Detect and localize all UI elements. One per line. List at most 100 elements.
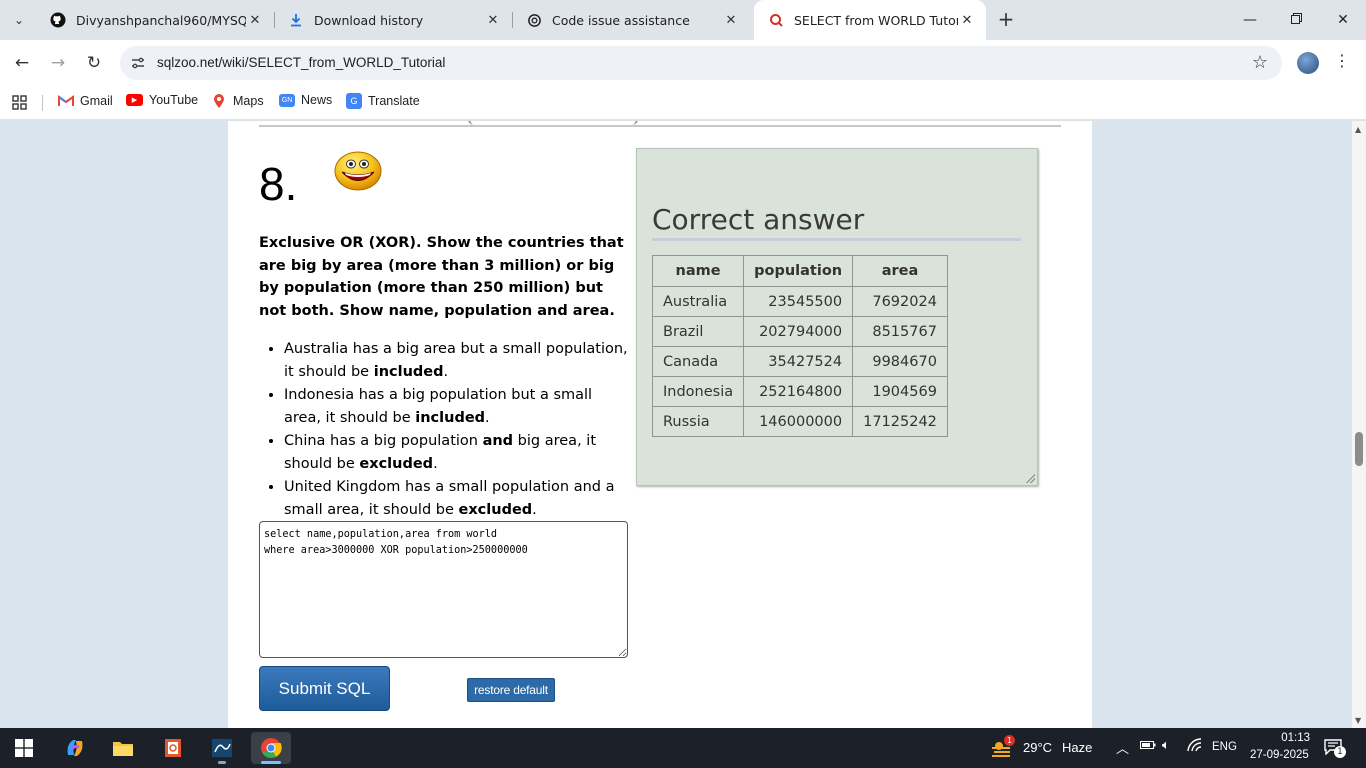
table-cell: Australia — [651, 286, 745, 317]
list-item: Indonesia has a big population but a sma… — [284, 384, 629, 430]
windows-taskbar: 1 29°C Haze ︿ 🔈︎ ENG 01:13 27-09-2025 1 — [0, 728, 1366, 768]
clock-date[interactable]: 27-09-2025 — [1250, 749, 1309, 761]
resize-handle[interactable] — [1026, 474, 1035, 483]
table-cell: 35427524 — [743, 346, 854, 377]
translate-icon: G — [346, 93, 362, 109]
bookmark-label: YouTube — [149, 93, 199, 107]
restore-button[interactable] — [1273, 0, 1319, 40]
list-item: Australia has a big area but a small pop… — [284, 338, 629, 384]
language-indicator[interactable]: ENG — [1212, 741, 1237, 753]
github-icon — [50, 12, 66, 28]
mysql-workbench-button[interactable] — [202, 732, 242, 764]
bookmark-gmail[interactable]: Gmail — [58, 93, 113, 109]
table-cell: 8515767 — [852, 316, 948, 347]
table-cell: 252164800 — [743, 376, 854, 407]
app-button-orange[interactable] — [153, 732, 193, 764]
forward-button[interactable]: → — [44, 49, 72, 77]
youtube-icon: ▶ — [126, 94, 143, 106]
bookmark-news[interactable]: GN News — [279, 93, 332, 107]
wifi-icon[interactable] — [1187, 738, 1203, 756]
scroll-down-icon[interactable]: ▼ — [1355, 716, 1361, 725]
reload-button[interactable]: ↻ — [80, 49, 108, 77]
notification-button[interactable]: 1 — [1324, 739, 1346, 759]
bookmarks-divider — [42, 95, 43, 111]
tab-code-issue[interactable]: Code issue assistance ✕ — [512, 0, 750, 40]
restore-default-button[interactable]: restore default — [467, 678, 555, 702]
submit-sql-button[interactable]: Submit SQL — [259, 666, 390, 711]
scrollbar-thumb[interactable] — [1355, 432, 1363, 466]
tab-sqlzoo[interactable]: SELECT from WORLD Tutorial - SQLZoo ✕ — [754, 0, 986, 40]
answer-panel: Correct answer name population area Aust… — [636, 148, 1038, 486]
question-text: Exclusive OR (XOR). Show the countries t… — [259, 235, 624, 320]
restore-icon — [1290, 12, 1302, 28]
archive-app-icon — [165, 739, 181, 757]
profile-avatar[interactable] — [1297, 52, 1319, 74]
reload-icon: ↻ — [86, 53, 102, 73]
close-icon[interactable]: ✕ — [484, 11, 502, 29]
sqlzoo-icon — [768, 12, 784, 28]
list-item: China has a big population and big area,… — [284, 430, 629, 476]
windows-icon — [15, 739, 33, 757]
close-window-button[interactable]: ✕ — [1320, 0, 1366, 40]
file-explorer-button[interactable] — [103, 732, 143, 764]
copilot-icon — [67, 740, 83, 756]
close-icon[interactable]: ✕ — [722, 11, 740, 29]
minimize-button[interactable]: — — [1227, 0, 1273, 40]
close-icon[interactable]: ✕ — [246, 11, 264, 29]
bookmark-maps[interactable]: Maps — [211, 93, 264, 109]
column-header: area — [852, 255, 948, 287]
tab-title: Download history — [314, 12, 424, 28]
weather-condition[interactable]: Haze — [1062, 740, 1092, 755]
folder-icon — [113, 742, 133, 756]
table-cell: 7692024 — [852, 286, 948, 317]
arrow-right-icon: → — [50, 53, 66, 73]
weather-temp[interactable]: 29°C — [1023, 740, 1052, 755]
bookmark-label: Gmail — [80, 94, 113, 108]
volume-icon[interactable]: 🔈︎ — [1162, 738, 1170, 753]
tab-search-button[interactable]: ⌄ — [6, 8, 32, 32]
back-button[interactable]: ← — [8, 49, 36, 77]
hint-list: Australia has a big area but a small pop… — [284, 338, 629, 522]
minimize-icon: — — [1243, 12, 1257, 28]
table-cell: Indonesia — [651, 376, 745, 407]
bookmarks-bar: Gmail ▶ YouTube Maps GN News G Translate — [0, 86, 1366, 120]
apps-grid-icon[interactable] — [12, 95, 27, 110]
notification-count: 1 — [1334, 746, 1346, 758]
table-cell: 23545500 — [743, 286, 854, 317]
tab-title: SELECT from WORLD Tutorial - SQLZoo — [794, 12, 958, 28]
maps-icon — [211, 93, 227, 109]
bookmark-label: Maps — [233, 94, 264, 108]
tab-download-history[interactable]: Download history ✕ — [274, 0, 512, 40]
table-cell: 146000000 — [743, 406, 854, 437]
table-row: Brazil 202794000 8515767 — [651, 316, 948, 347]
start-button[interactable] — [4, 732, 44, 764]
scroll-up-icon[interactable]: ▲ — [1355, 125, 1361, 134]
bookmark-youtube[interactable]: ▶ YouTube — [126, 93, 198, 107]
new-tab-button[interactable]: + — [994, 8, 1018, 32]
battery-icon[interactable] — [1140, 739, 1156, 755]
table-cell: 17125242 — [852, 406, 948, 437]
tab-strip: ⌄ Divyanshpanchal960/MYSQL: SQL ✕ Downlo… — [0, 0, 1366, 40]
weather-badge: 1 — [1004, 735, 1015, 746]
copilot-button[interactable] — [55, 732, 95, 764]
url-text: sqlzoo.net/wiki/SELECT_from_WORLD_Tutori… — [157, 55, 446, 70]
clock-time[interactable]: 01:13 — [1262, 732, 1310, 744]
bookmark-label: Translate — [368, 94, 420, 108]
address-bar[interactable]: sqlzoo.net/wiki/SELECT_from_WORLD_Tutori… — [120, 46, 1282, 80]
mysql-workbench-icon — [212, 739, 232, 757]
active-indicator — [261, 761, 281, 764]
sql-editor[interactable]: select name,population,area from world w… — [259, 521, 628, 658]
page-scrollbar[interactable]: ▲ ▼ — [1352, 121, 1366, 728]
bookmark-translate[interactable]: G Translate — [346, 93, 420, 109]
tab-github[interactable]: Divyanshpanchal960/MYSQL: SQL ✕ — [36, 0, 274, 40]
answer-title: Correct answer — [652, 203, 865, 236]
news-icon: GN — [279, 93, 295, 107]
close-icon[interactable]: ✕ — [958, 11, 976, 29]
chrome-button[interactable] — [251, 732, 291, 764]
weather-widget-icon[interactable]: 1 — [990, 735, 1015, 759]
table-cell: Brazil — [651, 316, 745, 347]
chevron-up-icon[interactable]: ︿ — [1116, 738, 1129, 757]
menu-kebab-icon[interactable]: ⋮ — [1334, 51, 1350, 70]
bookmark-star-icon[interactable]: ☆ — [1252, 52, 1268, 73]
site-info-icon[interactable] — [128, 53, 148, 73]
